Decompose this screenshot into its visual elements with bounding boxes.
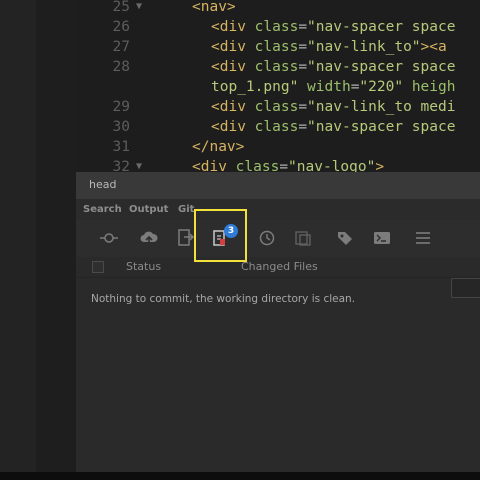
- code-token: <div: [211, 19, 255, 35]
- code-token: <div: [211, 119, 255, 135]
- code-token: <div: [211, 59, 255, 75]
- history-icon[interactable]: [257, 229, 277, 247]
- code-token: class: [254, 119, 299, 135]
- git-toolbar: [76, 220, 480, 298]
- code-text: <div class="nav-link_to medi: [211, 97, 455, 117]
- code-token: "220": [359, 79, 412, 95]
- code-token: =: [298, 59, 308, 75]
- menu-icon[interactable]: [413, 229, 433, 247]
- code-token: <div: [192, 159, 236, 172]
- code-text: </nav>: [192, 137, 244, 157]
- changed-files-column-header[interactable]: Changed Files: [241, 260, 318, 273]
- tag-icon[interactable]: [335, 229, 355, 247]
- code-token: class: [254, 19, 299, 35]
- code-token: =: [298, 99, 308, 115]
- code-token: =: [298, 119, 308, 135]
- code-token: </nav>: [192, 139, 245, 155]
- line-number: 26: [112, 19, 130, 35]
- commit-graph-icon[interactable]: [99, 229, 119, 247]
- activity-bar: [0, 0, 36, 472]
- line-number: 30: [112, 119, 130, 135]
- code-line: 31 </nav>: [76, 137, 480, 157]
- code-text: <div class="nav-spacer space: [211, 17, 455, 37]
- code-token: width: [307, 79, 351, 95]
- code-token: "nav-spacer space: [307, 119, 456, 135]
- code-token: =: [298, 19, 308, 35]
- tab-output[interactable]: Output: [129, 204, 168, 215]
- cloud-upload-icon[interactable]: [139, 229, 159, 247]
- code-text: <div class="nav-spacer space: [211, 117, 455, 137]
- line-number: 28: [112, 59, 130, 75]
- code-token: =: [279, 159, 289, 172]
- code-line: 28 <div class="nav-spacer space: [76, 57, 480, 77]
- code-text: <div class="nav-link_to"><a: [211, 37, 455, 57]
- code-line: 32 ▼ <div class="nav-logo">: [76, 157, 480, 172]
- code-line: 29 <div class="nav-link_to medi: [76, 97, 480, 117]
- code-text: <nav>: [192, 0, 236, 17]
- code-token: "nav-link_to medi: [307, 99, 456, 115]
- line-number: 25: [112, 0, 130, 15]
- code-token: "nav-link_to": [307, 39, 421, 55]
- panel-tabs: Search Output Git: [76, 199, 480, 221]
- code-token: =: [298, 39, 308, 55]
- code-editor[interactable]: 25 ▼ <nav> 26 <div class="nav-spacer space 27…: [76, 0, 480, 172]
- line-number: 31: [112, 139, 130, 155]
- changes-header: Status Changed Files: [76, 257, 480, 278]
- code-line: 30 <div class="nav-spacer space: [76, 117, 480, 137]
- code-token: heigh: [411, 79, 456, 95]
- code-token: "nav-spacer space: [307, 59, 456, 75]
- select-all-checkbox[interactable]: [92, 261, 104, 273]
- code-token: "nav-logo": [288, 159, 376, 172]
- status-column-header[interactable]: Status: [126, 260, 161, 273]
- code-token: class: [254, 39, 299, 55]
- panel-titlebar: head: [76, 172, 480, 199]
- pull-icon[interactable]: [175, 229, 195, 247]
- code-text: <div class="nav-logo">: [192, 157, 384, 172]
- code-line: 27 <div class="nav-link_to"><a: [76, 37, 480, 57]
- code-token: >: [375, 159, 385, 172]
- tab-git[interactable]: Git: [178, 204, 194, 215]
- terminal-icon[interactable]: [372, 229, 392, 247]
- code-text: top_1.png" width="220" heigh: [211, 77, 455, 97]
- line-number: 27: [112, 39, 130, 55]
- stash-icon[interactable]: [293, 229, 313, 247]
- code-token: ><a: [420, 39, 456, 55]
- code-token: <div: [211, 99, 255, 115]
- line-number: 29: [112, 99, 130, 115]
- git-panel: head Search Output Git 3 Status Changed …: [76, 172, 480, 472]
- panel-title: head: [89, 178, 117, 191]
- line-number: 32: [112, 159, 130, 172]
- sidebar-gutter: [36, 0, 77, 472]
- status-bar: [0, 472, 480, 480]
- code-line: top_1.png" width="220" heigh: [76, 77, 480, 97]
- code-line: 25 ▼ <nav>: [76, 0, 480, 17]
- highlight-box: [194, 209, 247, 262]
- code-text: <div class="nav-spacer space: [211, 57, 455, 77]
- fold-arrow-icon[interactable]: ▼: [136, 157, 142, 172]
- code-token: top_1.png": [211, 79, 308, 95]
- tab-search[interactable]: Search: [83, 204, 122, 215]
- fold-arrow-icon[interactable]: ▼: [136, 0, 142, 17]
- code-line: 26 <div class="nav-spacer space: [76, 17, 480, 37]
- code-token: <nav>: [192, 0, 236, 15]
- empty-state-message: Nothing to commit, the working directory…: [91, 293, 356, 305]
- code-token: class: [254, 99, 299, 115]
- code-token: <div: [211, 39, 255, 55]
- search-input[interactable]: [451, 278, 480, 298]
- code-token: "nav-spacer space: [307, 19, 456, 35]
- code-token: class: [254, 59, 299, 75]
- code-token: class: [235, 159, 280, 172]
